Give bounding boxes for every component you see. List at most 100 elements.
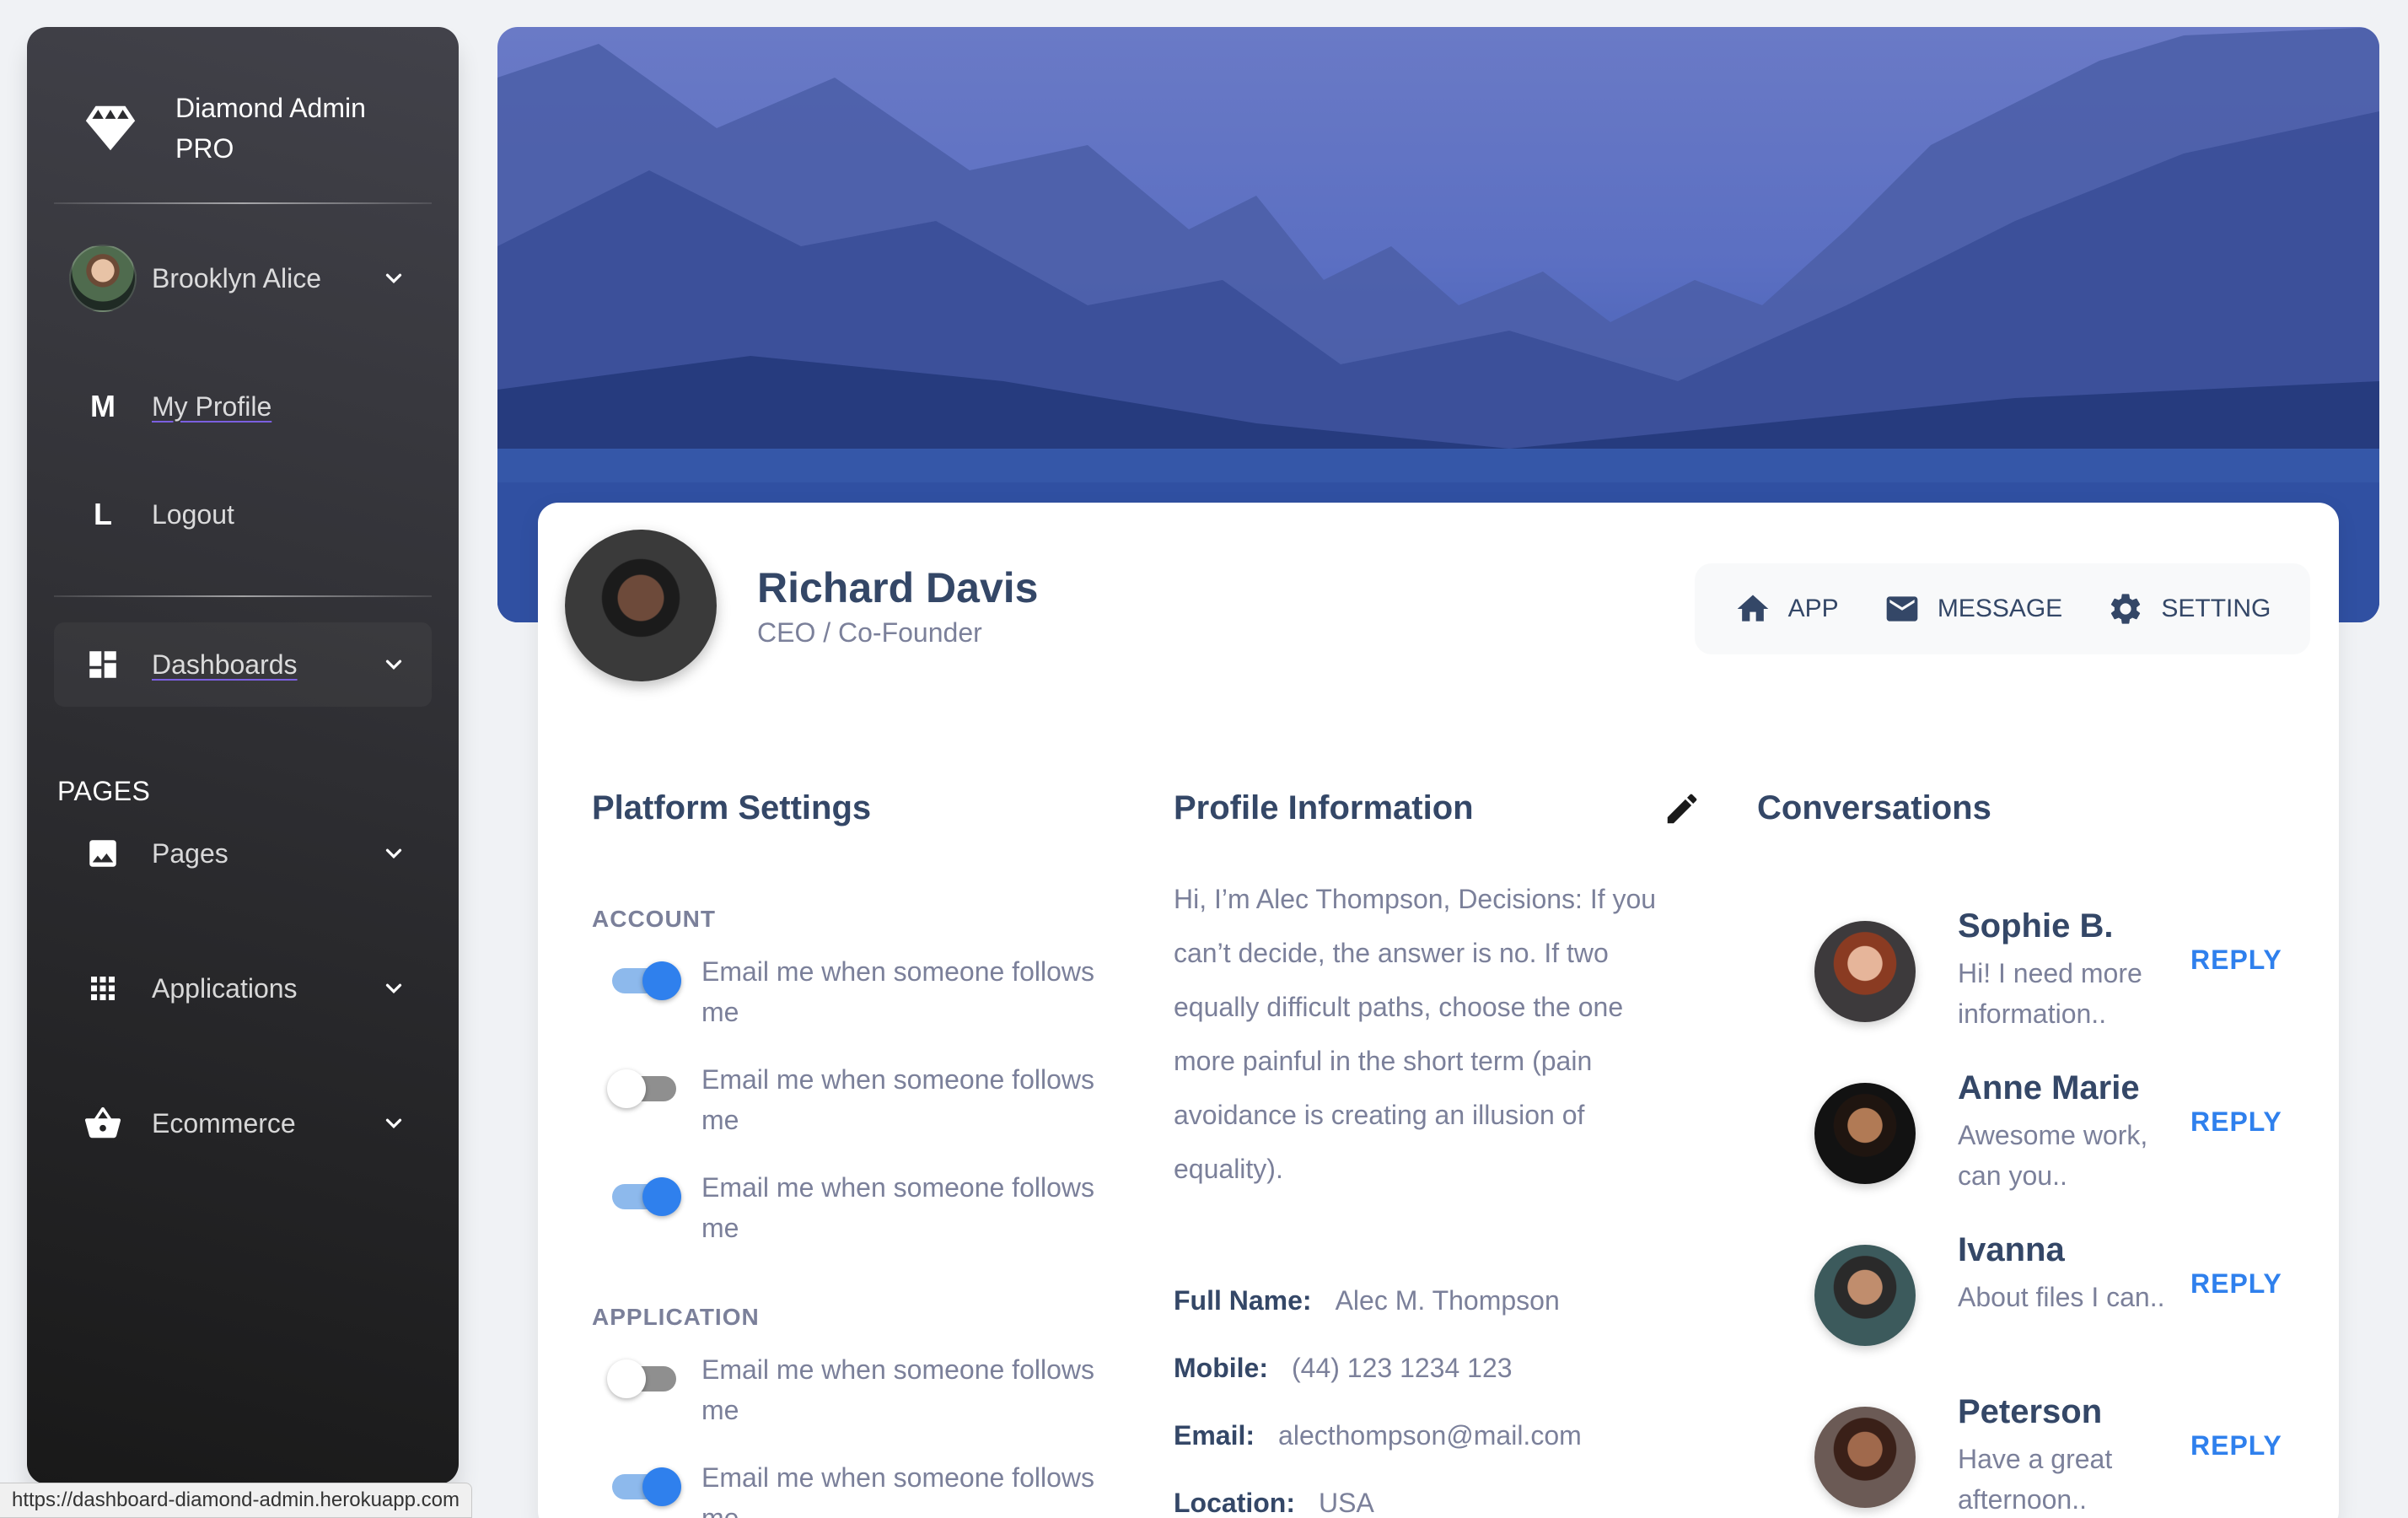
tab-label: SETTING <box>2161 595 2271 622</box>
info-label: Location: <box>1174 1488 1295 1518</box>
sidebar: Diamond Admin PRO Brooklyn Alice M My Pr… <box>27 27 459 1484</box>
sidebar-item-my-profile[interactable]: M My Profile <box>54 364 432 449</box>
home-icon <box>1737 595 1768 622</box>
info-label: Full Name: <box>1174 1285 1312 1316</box>
sidebar-item-label: Pages <box>152 837 228 869</box>
sidebar-divider <box>54 595 432 597</box>
account-title: ACCOUNT <box>592 906 716 932</box>
profile-tabs: APP MESSAGE SETTING <box>1695 563 2310 654</box>
application-title: APPLICATION <box>592 1304 760 1330</box>
chevron-down-icon <box>385 848 402 859</box>
avatar <box>1814 1245 1916 1346</box>
tab-label: APP <box>1787 595 1839 622</box>
tab-app[interactable]: APP <box>1734 590 1839 627</box>
tab-label: MESSAGE <box>1937 595 2063 622</box>
basket-icon <box>84 1106 121 1138</box>
reply-button[interactable]: REPLY <box>2190 1268 2282 1300</box>
info-value: Alec M. Thompson <box>1335 1285 1560 1316</box>
reply-button[interactable]: REPLY <box>2190 945 2282 976</box>
my-profile-letter: M <box>90 389 116 423</box>
sidebar-item-applications[interactable]: Applications <box>54 946 432 1031</box>
avatar <box>1814 1083 1916 1184</box>
chevron-down-icon <box>385 273 402 284</box>
info-email: Email: alecthompson@mail.com <box>1174 1420 1582 1451</box>
email-icon <box>1886 596 1918 622</box>
setting-label: Email me when someone follows me <box>701 1354 1094 1425</box>
diamond-icon <box>85 105 136 151</box>
reply-button[interactable]: REPLY <box>2190 1430 2282 1461</box>
info-full-name: Full Name: Alec M. Thompson <box>1174 1285 1560 1316</box>
setting-label: Email me when someone follows me <box>701 956 1094 1027</box>
section-title: PAGES <box>57 776 151 806</box>
image-icon <box>89 840 116 867</box>
tab-message[interactable]: MESSAGE <box>1884 590 2062 627</box>
conversation-item: Anne Marie Awesome work, can you.. REPLY <box>1777 1069 2300 1213</box>
profile-name: Richard Davis <box>757 564 1039 611</box>
edit-pencil-icon[interactable] <box>1663 789 1701 828</box>
profile-information-title: Profile Information <box>1174 789 1474 826</box>
sidebar-item-pages[interactable]: Pages <box>54 811 432 896</box>
sidebar-item-label: My Profile <box>152 390 272 422</box>
gear-icon <box>2111 594 2141 624</box>
reply-button[interactable]: REPLY <box>2190 1106 2282 1138</box>
profile-card: Richard Davis CEO / Co-Founder APP MESSA… <box>538 503 2339 1518</box>
brand[interactable]: Diamond Admin PRO <box>81 88 428 169</box>
conversation-item: Peterson Have a great afternoon.. REPLY <box>1777 1393 2300 1518</box>
brand-name: Diamond Admin PRO <box>175 93 366 164</box>
conversation-message: Have a great afternoon.. <box>1958 1444 2113 1515</box>
sidebar-item-label: Logout <box>152 498 234 530</box>
chevron-down-icon <box>385 1118 402 1129</box>
chevron-down-icon <box>385 983 402 994</box>
setting-row: Email me when someone follows me <box>592 951 1098 1032</box>
info-label: Email: <box>1174 1420 1255 1451</box>
info-mobile: Mobile: (44) 123 1234 123 <box>1174 1353 1513 1384</box>
setting-row: Email me when someone follows me <box>592 1349 1098 1430</box>
setting-label: Email me when someone follows me <box>701 1462 1094 1518</box>
chevron-down-icon <box>385 659 402 670</box>
conversation-item: Sophie B. Hi! I need more information.. … <box>1777 907 2300 1051</box>
sidebar-item-ecommerce[interactable]: Ecommerce <box>54 1081 432 1165</box>
info-value: alecthompson@mail.com <box>1278 1420 1582 1451</box>
info-label: Mobile: <box>1174 1353 1268 1383</box>
conversations-title: Conversations <box>1757 789 1991 826</box>
user-name: Brooklyn Alice <box>152 262 321 293</box>
info-location: Location: USA <box>1174 1488 1374 1518</box>
profile-bio: Hi, I’m Alec Thompson, Decisions: If you… <box>1174 884 1657 1184</box>
setting-row: Email me when someone follows me <box>592 1059 1098 1140</box>
avatar <box>69 245 137 312</box>
sidebar-item-logout[interactable]: L Logout <box>54 472 432 557</box>
info-value: (44) 123 1234 123 <box>1291 1353 1513 1383</box>
sidebar-divider <box>54 202 432 204</box>
setting-label: Email me when someone follows me <box>701 1172 1094 1243</box>
avatar <box>1814 921 1916 1022</box>
conversation-message: About files I can.. <box>1958 1282 2165 1312</box>
toggle-switch[interactable] <box>612 961 681 1000</box>
toggle-switch[interactable] <box>612 1177 681 1216</box>
toggle-switch[interactable] <box>612 1467 681 1506</box>
conversation-name: Ivanna <box>1958 1231 2065 1268</box>
platform-settings-title: Platform Settings <box>592 789 872 826</box>
user-menu-toggle[interactable]: Brooklyn Alice <box>54 236 432 320</box>
apps-grid-icon <box>91 977 115 1000</box>
toggle-switch[interactable] <box>607 1069 676 1108</box>
info-value: USA <box>1318 1488 1374 1518</box>
avatar <box>1814 1407 1916 1508</box>
setting-row: Email me when someone follows me <box>592 1167 1098 1248</box>
status-bar-url: https://dashboard-diamond-admin.herokuap… <box>0 1483 472 1518</box>
conversation-name: Peterson <box>1958 1393 2103 1430</box>
setting-row: Email me when someone follows me <box>592 1457 1098 1518</box>
sidebar-item-label: Ecommerce <box>152 1107 296 1138</box>
setting-label: Email me when someone follows me <box>701 1064 1094 1135</box>
tab-setting[interactable]: SETTING <box>2107 590 2271 627</box>
sidebar-item-dashboards[interactable]: Dashboards <box>54 622 432 707</box>
sidebar-item-label: Applications <box>152 972 298 1004</box>
conversation-item: Ivanna About files I can.. REPLY <box>1777 1231 2300 1375</box>
conversation-message: Hi! I need more information.. <box>1958 958 2142 1029</box>
profile-role: CEO / Co-Founder <box>757 617 982 648</box>
conversation-name: Anne Marie <box>1958 1069 2140 1106</box>
profile-avatar <box>565 530 717 681</box>
dashboard-icon <box>89 651 116 678</box>
sidebar-item-label: Dashboards <box>152 649 298 680</box>
conversation-message: Awesome work, can you.. <box>1958 1120 2148 1191</box>
toggle-switch[interactable] <box>607 1359 676 1398</box>
